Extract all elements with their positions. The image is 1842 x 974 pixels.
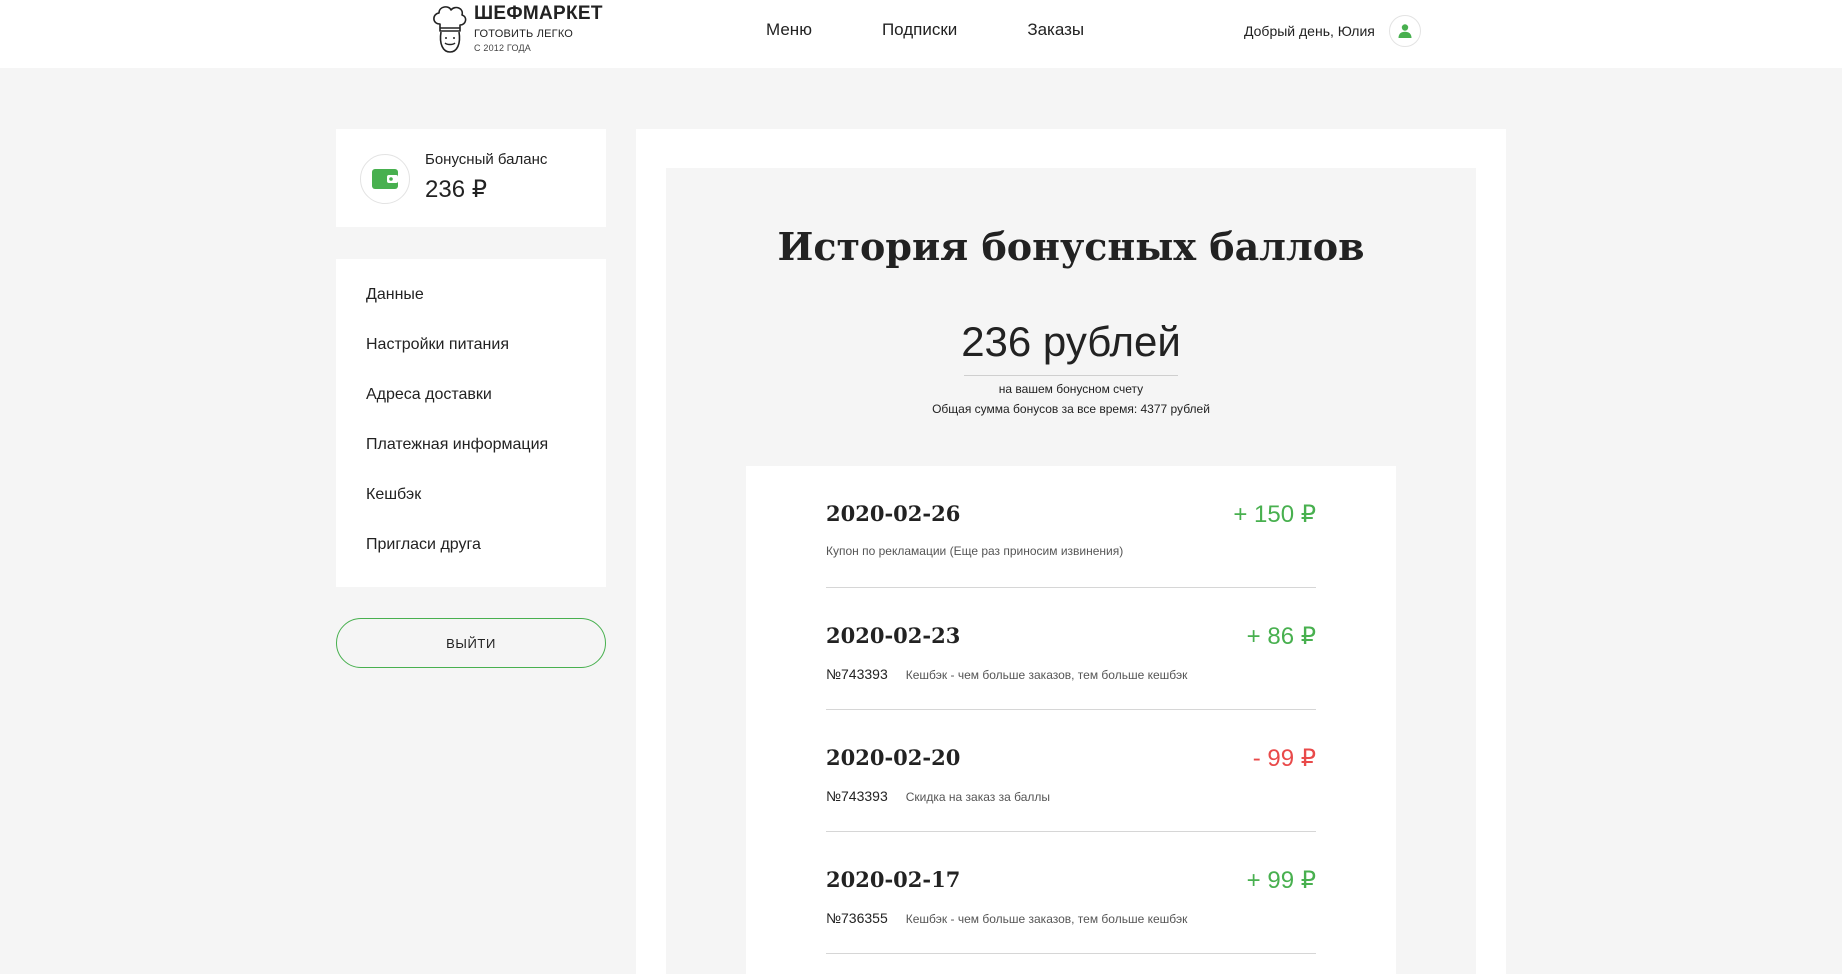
transaction-date: 2020-02-26 bbox=[826, 501, 961, 526]
wallet-badge bbox=[360, 154, 410, 204]
bonus-sum-caption: на вашем бонусном счету bbox=[998, 382, 1144, 396]
transaction-amount: + 86 ₽ bbox=[1246, 623, 1316, 650]
chef-logo-icon bbox=[433, 6, 467, 53]
logo-since: С 2012 ГОДА bbox=[474, 42, 531, 53]
profile-button[interactable] bbox=[1389, 15, 1421, 47]
account-side-menu: Данные Настройки питания Адреса доставки… bbox=[336, 259, 606, 587]
bonus-balance-label: Бонусный баланс bbox=[425, 151, 548, 168]
logo-tagline: ГОТОВИТЬ ЛЕГКО bbox=[474, 27, 574, 40]
transactions-list: 2020-02-26 + 150 ₽ Купон по рекламации (… bbox=[746, 466, 1396, 974]
sidebar-item-invite-friend[interactable]: Пригласи друга bbox=[336, 535, 606, 585]
bonus-history-panel: История бонусных баллов 236 рублей на ва… bbox=[666, 168, 1476, 974]
sidebar-item-cashback[interactable]: Кешбэк bbox=[336, 485, 606, 535]
bonus-balance-card: Бонусный баланс 236 ₽ bbox=[336, 129, 606, 227]
transaction-date: 2020-02-17 bbox=[826, 867, 961, 892]
sidebar-item-nutrition-settings[interactable]: Настройки питания bbox=[336, 335, 606, 385]
transaction-date: 2020-02-23 bbox=[826, 623, 961, 648]
logo-name: ШЕФМАРКЕТ bbox=[474, 3, 603, 24]
bonus-balance-value: 236 ₽ bbox=[425, 176, 487, 203]
site-logo[interactable]: ШЕФМАРКЕТ ГОТОВИТЬ ЛЕГКО С 2012 ГОДА bbox=[428, 3, 603, 56]
sidebar-item-payment-info[interactable]: Платежная информация bbox=[336, 435, 606, 485]
transaction-description: Купон по рекламации (Еще раз приносим из… bbox=[826, 544, 1124, 558]
logo-text: ШЕФМАРКЕТ ГОТОВИТЬ ЛЕГКО С 2012 ГОДА bbox=[474, 3, 603, 54]
transaction-meta: №736355 Кешбэк - чем больше заказов, тем… bbox=[826, 910, 1187, 926]
transaction-order-number: №743393 bbox=[826, 666, 888, 682]
transaction-description: Скидка на заказ за баллы bbox=[905, 790, 1051, 804]
nav-menu[interactable]: Меню bbox=[766, 20, 812, 40]
transaction-date: 2020-02-20 bbox=[826, 745, 961, 770]
user-icon bbox=[1398, 24, 1412, 38]
sum-divider bbox=[964, 375, 1178, 376]
transaction-order-number: №743393 bbox=[826, 788, 888, 804]
user-greeting: Добрый день, Юлия bbox=[1244, 23, 1375, 39]
transaction-row: 2020-02-26 + 150 ₽ Купон по рекламации (… bbox=[826, 466, 1316, 588]
transaction-amount: + 99 ₽ bbox=[1246, 867, 1316, 894]
nav-subscriptions[interactable]: Подписки bbox=[882, 20, 957, 40]
main-nav: Меню Подписки Заказы bbox=[766, 20, 1084, 40]
transaction-meta: №743393 Кешбэк - чем больше заказов, тем… bbox=[826, 666, 1187, 682]
bonus-total-caption: Общая сумма бонусов за все время: 4377 р… bbox=[932, 402, 1210, 416]
main-content-card: История бонусных баллов 236 рублей на ва… bbox=[636, 129, 1506, 974]
sidebar-item-delivery-addresses[interactable]: Адреса доставки bbox=[336, 385, 606, 435]
transaction-meta: №743393 Скидка на заказ за баллы bbox=[826, 788, 1050, 804]
transaction-description: Кешбэк - чем больше заказов, тем больше … bbox=[905, 668, 1188, 682]
transaction-order-number: №736355 bbox=[826, 910, 888, 926]
transaction-amount: + 150 ₽ bbox=[1233, 501, 1316, 528]
nav-orders[interactable]: Заказы bbox=[1027, 20, 1084, 40]
page-title: История бонусных баллов bbox=[777, 224, 1365, 269]
transaction-row: 2020-02-20 - 99 ₽ №743393 Скидка на зака… bbox=[826, 710, 1316, 832]
top-header: ШЕФМАРКЕТ ГОТОВИТЬ ЛЕГКО С 2012 ГОДА Мен… bbox=[0, 0, 1842, 68]
logout-button[interactable]: выйти bbox=[336, 618, 606, 668]
transaction-amount: - 99 ₽ bbox=[1252, 745, 1316, 772]
transaction-meta: Купон по рекламации (Еще раз приносим из… bbox=[826, 544, 1123, 558]
transaction-row: 2020-02-17 + 99 ₽ №736355 Кешбэк - чем б… bbox=[826, 832, 1316, 954]
wallet-icon bbox=[372, 169, 398, 189]
transaction-row: 2020-02-23 + 86 ₽ №743393 Кешбэк - чем б… bbox=[826, 588, 1316, 710]
transaction-description: Кешбэк - чем больше заказов, тем больше … bbox=[905, 912, 1188, 926]
bonus-sum: 236 рублей bbox=[961, 318, 1181, 365]
sidebar-item-data[interactable]: Данные bbox=[336, 285, 606, 335]
